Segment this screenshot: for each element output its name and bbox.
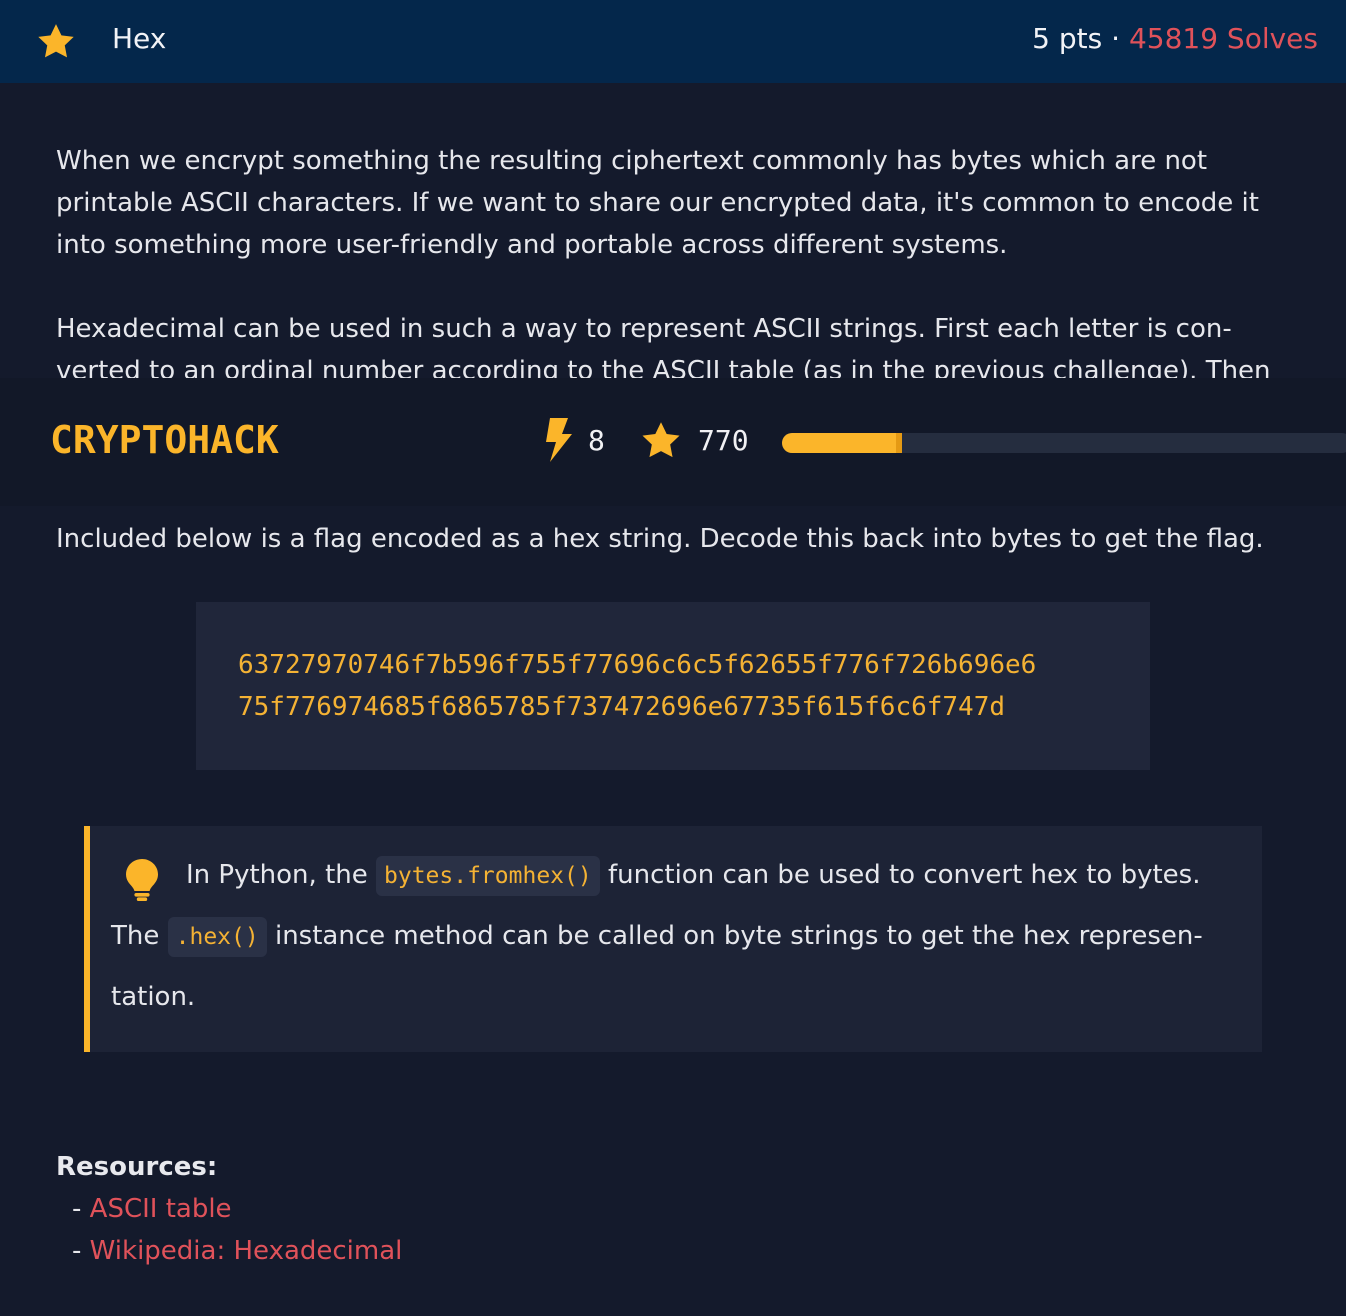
hex-line-1: 63727970746f7b596f755f77696c6c5f62655f77… [238, 650, 1037, 680]
description-paragraph-1: When we encrypt something the resulting … [56, 146, 1259, 260]
hex-line-2: 75f776974685f6865785f737472696e67735f615… [238, 692, 1006, 722]
lightbulb-icon [126, 859, 158, 901]
brand-logo[interactable]: CRYPTOHACK [50, 418, 279, 462]
hint-text: instance method can be called on byte st… [274, 921, 1203, 951]
resources-heading: Resources: [56, 1152, 218, 1182]
description-paragraph-2: Hexadecimal can be used in such a way to… [56, 314, 1271, 380]
challenge-points: 5 pts [1032, 22, 1103, 55]
score-progress-bar [782, 433, 1346, 453]
hint-line-2: The .hex() instance method can be called… [111, 917, 1203, 957]
hint-line-3: tation. [111, 982, 196, 1012]
streak-count: 8 [588, 424, 605, 457]
inline-code-hex: .hex() [167, 917, 267, 957]
challenge-title: Hex [112, 22, 167, 55]
resource-item: - Wikipedia: Hexadecimal [72, 1236, 402, 1266]
lightning-bolt-icon [546, 418, 572, 462]
meta-separator: · [1111, 22, 1121, 55]
list-dash: - [72, 1194, 82, 1224]
wikipedia-hexadecimal-link[interactable]: Wikipedia: Hexadecimal [90, 1236, 403, 1266]
solves-count[interactable]: 45819 Solves [1129, 22, 1318, 55]
challenge-page: Hex 5 pts · 45819 Solves When we encrypt… [0, 0, 1346, 1316]
hint-text: In Python, the [186, 860, 368, 890]
inline-code-fromhex: bytes.fromhex() [376, 856, 600, 896]
description-paragraph-3: Included below is a flag encoded as a he… [56, 524, 1264, 554]
challenge-meta: 5 pts · 45819 Solves [1032, 22, 1318, 55]
list-dash: - [72, 1236, 82, 1266]
challenge-header[interactable]: Hex 5 pts · 45819 Solves [0, 0, 1346, 83]
hex-string: 63727970746f7b596f755f77696c6c5f62655f77… [238, 644, 1036, 728]
hex-code-block[interactable]: 63727970746f7b596f755f77696c6c5f62655f77… [196, 602, 1150, 770]
resource-item: - ASCII table [72, 1194, 232, 1224]
ascii-table-link[interactable]: ASCII table [90, 1194, 232, 1224]
hint-text: function can be used to convert hex to b… [607, 860, 1201, 890]
hint-line-1: In Python, the bytes.fromhex() function … [186, 856, 1201, 896]
hint-text: The [111, 921, 160, 951]
hint-callout: In Python, the bytes.fromhex() function … [84, 826, 1262, 1052]
score-count: 770 [698, 424, 749, 457]
star-icon [38, 24, 74, 58]
star-icon [642, 422, 680, 458]
score-progress-fill [782, 433, 902, 453]
